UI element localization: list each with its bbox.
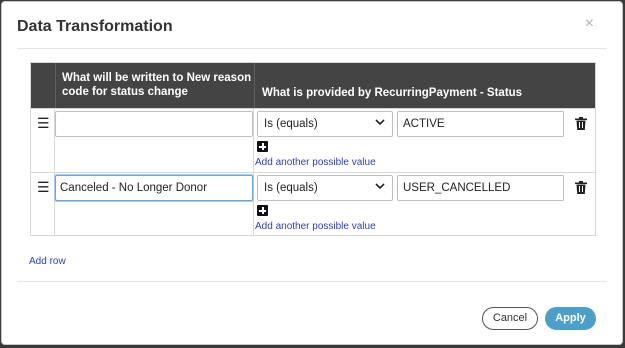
output-value-input[interactable]: [55, 111, 253, 137]
data-transformation-dialog: Data Transformation × What will be writt…: [1, 1, 623, 345]
plus-square-icon[interactable]: [257, 205, 268, 216]
chevron-down-icon: [375, 183, 385, 190]
table-row: ☰ Is (equals) Add another possible value: [31, 172, 595, 236]
match-value-input[interactable]: [397, 175, 564, 201]
table-row: ☰ Is (equals) Add another possible value: [31, 108, 595, 172]
trash-icon[interactable]: [575, 117, 587, 130]
drag-handle-icon[interactable]: ☰: [37, 116, 50, 130]
dialog-title: Data Transformation: [17, 18, 173, 35]
output-value-input[interactable]: [55, 175, 253, 201]
drag-column-header: [31, 63, 55, 108]
close-icon[interactable]: ×: [585, 16, 594, 32]
column-header-output: What will be written to New reason code …: [55, 63, 254, 108]
match-value-input[interactable]: [397, 111, 564, 137]
footer-divider: [17, 281, 607, 282]
header-divider: [17, 48, 607, 49]
operator-select[interactable]: Is (equals): [257, 111, 393, 137]
drag-handle-icon[interactable]: ☰: [37, 180, 50, 194]
chevron-down-icon: [375, 119, 385, 126]
cancel-button[interactable]: Cancel: [482, 307, 538, 330]
operator-select[interactable]: Is (equals): [257, 175, 393, 201]
plus-square-icon[interactable]: [257, 141, 268, 152]
add-possible-value-link[interactable]: Add another possible value: [255, 157, 376, 168]
trash-icon[interactable]: [575, 181, 587, 194]
column-header-input: What is provided by RecurringPayment - S…: [254, 63, 595, 108]
table-header: What will be written to New reason code …: [31, 63, 595, 108]
add-row-link[interactable]: Add row: [29, 256, 66, 267]
operator-selected-value: Is (equals): [264, 118, 318, 130]
apply-button[interactable]: Apply: [545, 307, 596, 330]
operator-selected-value: Is (equals): [264, 182, 318, 194]
transformation-table: What will be written to New reason code …: [30, 62, 596, 236]
add-possible-value-link[interactable]: Add another possible value: [255, 221, 376, 232]
